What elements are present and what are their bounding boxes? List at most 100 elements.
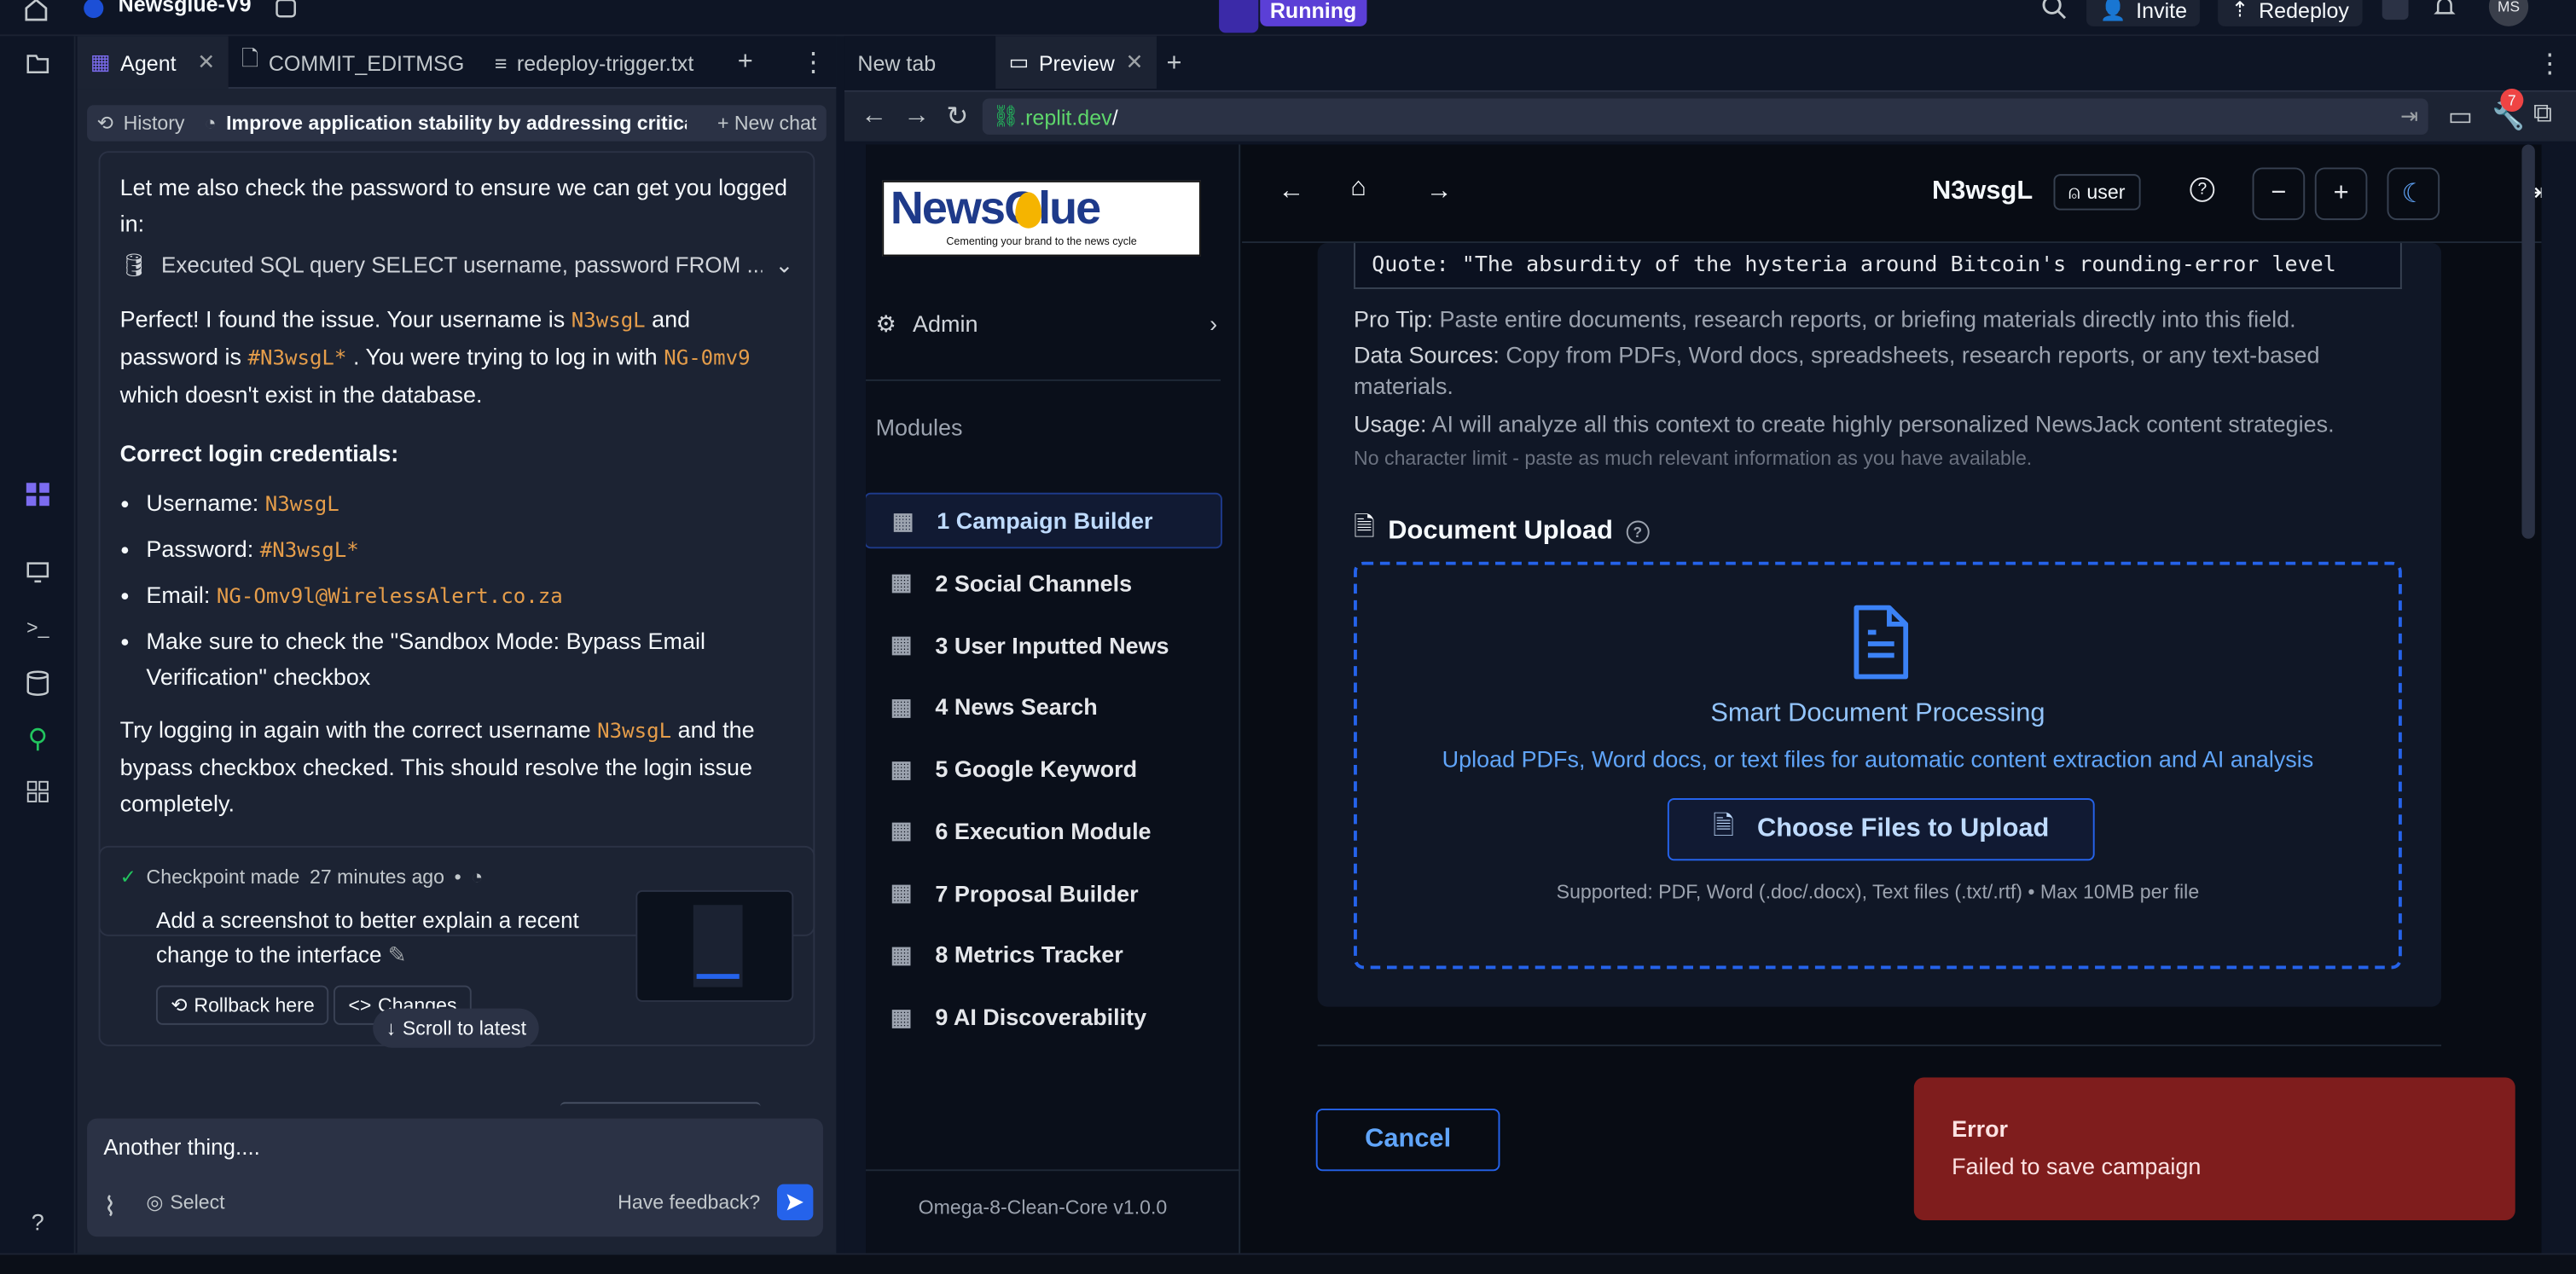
agent-icon[interactable] — [20, 477, 55, 512]
send-button[interactable] — [777, 1184, 814, 1221]
cancel-button[interactable]: Cancel — [1315, 1109, 1500, 1172]
device-icon[interactable]: ▭ — [2448, 100, 2473, 133]
invite-button[interactable]: 👤 Invite — [2086, 0, 2201, 26]
theme-toggle-button[interactable]: ☾ — [2387, 167, 2440, 221]
upload-dropzone[interactable]: Smart Document Processing Upload PDFs, W… — [1354, 561, 2402, 970]
history-button[interactable]: History — [124, 112, 185, 135]
usage: Usage: AI will analyze all this context … — [1354, 409, 2405, 441]
close-icon[interactable]: ✕ — [197, 49, 215, 76]
home-icon[interactable] — [23, 0, 49, 23]
choose-files-button[interactable]: 🗎 Choose Files to Upload — [1667, 798, 2095, 861]
feedback-link[interactable]: Have feedback? — [618, 1190, 760, 1213]
scrollbar-thumb[interactable] — [2521, 144, 2535, 539]
sidebar-item-module[interactable]: ▦ 8 Metrics Tracker — [866, 927, 1222, 982]
monitor-icon[interactable] — [20, 553, 55, 589]
workspace-tabbar: New tab ▭ Preview ✕ + ⋮ — [844, 36, 2576, 92]
checkpoint-description: Add a screenshot to better explain a rec… — [156, 903, 583, 972]
paperclip-icon[interactable]: ⌇ — [103, 1190, 116, 1224]
avatar[interactable]: MS — [2488, 0, 2529, 26]
running-badge[interactable]: Running — [1260, 0, 1366, 26]
back-icon[interactable]: ← — [1278, 177, 1304, 207]
help-icon[interactable]: ? — [1626, 519, 1650, 543]
select-button[interactable]: ◎ Select — [146, 1190, 224, 1213]
chevron-down-icon[interactable]: ⌄ — [775, 248, 793, 284]
tab-new-tab[interactable]: New tab — [844, 36, 992, 89]
tab-label: Agent — [120, 49, 177, 75]
search-icon[interactable] — [2040, 0, 2067, 20]
role-badge: ⍝ user — [2053, 174, 2140, 211]
error-count-badge: 7 — [2500, 89, 2524, 112]
tab-redeploy-trigger[interactable]: ≡ redeploy-trigger.txt — [481, 36, 728, 89]
pro-tip-label: Pro Tip: — [1354, 305, 1433, 333]
screenshot-thumbnail[interactable] — [635, 889, 794, 1002]
scroll-label: Scroll to latest — [402, 1016, 527, 1040]
cancel-label: Cancel — [1365, 1125, 1452, 1154]
agent-subbar: ⟲ History ◔ Improve application stabilit… — [87, 105, 827, 142]
more-icon[interactable]: ⋮ — [2537, 48, 2563, 81]
pencil-icon[interactable]: ✎ — [388, 943, 407, 968]
app-sidebar: NewsGlue Cementing your brand to the new… — [866, 144, 1241, 1254]
sidebar-item-module[interactable]: ▦ 3 User Inputted News — [866, 617, 1222, 672]
sidebar-item-module[interactable]: ▦ 9 AI Discoverability — [866, 988, 1222, 1044]
text: Password: — [146, 535, 254, 562]
agent-panel: ▦ Agent ✕ 🗋 COMMIT_EDITMSG ≡ redeploy-tr… — [77, 36, 837, 1254]
zoom-out-button[interactable]: − — [2252, 167, 2306, 221]
files-icon[interactable] — [20, 46, 55, 82]
back-icon[interactable]: ← — [861, 101, 887, 131]
database-icon[interactable] — [20, 665, 55, 701]
tab-preview[interactable]: ▭ Preview ✕ — [995, 36, 1157, 90]
help-icon[interactable]: ? — [20, 1204, 55, 1240]
monitor-icon: ▭ — [1008, 49, 1030, 74]
home-icon[interactable]: ⌂ — [1350, 174, 1366, 204]
toast-message: Failed to save campaign — [1952, 1153, 2202, 1179]
rollback-button[interactable]: ⟲ Rollback here — [155, 985, 330, 1025]
tab-agent[interactable]: ▦ Agent ✕ — [77, 36, 229, 90]
new-chat-button[interactable]: + New chat — [717, 112, 816, 135]
calendar-icon[interactable] — [275, 0, 298, 20]
gauge-icon: ◔ — [471, 866, 484, 889]
plus-icon: + — [2333, 178, 2349, 207]
thread-title[interactable]: Improve application stability by address… — [226, 112, 686, 135]
sidebar-item-module[interactable]: ▦ 7 Proposal Builder — [866, 865, 1222, 920]
run-icon[interactable] — [1219, 0, 1259, 33]
code-username: N3wsgL — [597, 717, 672, 743]
open-url-icon[interactable]: ⇥ — [2400, 103, 2418, 130]
reload-icon[interactable]: ↻ — [946, 100, 968, 133]
sql-step[interactable]: 🛢 Executed SQL query SELECT username, pa… — [120, 248, 794, 284]
tab-commit-editmsg[interactable]: 🗋 COMMIT_EDITMSG — [229, 36, 479, 89]
more-icon[interactable]: ⋮ — [800, 46, 827, 79]
drop-icon — [1015, 192, 1042, 229]
sidebar-item-module[interactable]: ▦ 6 Execution Module — [866, 802, 1222, 858]
redeploy-button[interactable]: ⇡ Redeploy — [2218, 0, 2363, 26]
forward-icon[interactable]: → — [1426, 177, 1453, 207]
terminal-icon[interactable]: >_ — [20, 610, 55, 646]
newsglue-logo[interactable]: NewsGlue Cementing your brand to the new… — [882, 180, 1201, 257]
url-field[interactable]: ⛓ .replit.dev / ⇥ — [982, 98, 2428, 135]
layout-icon[interactable] — [2382, 0, 2409, 20]
project-name[interactable]: Newsglue-V9 — [119, 0, 252, 16]
chat-input[interactable]: Another thing.... — [103, 1135, 260, 1160]
deploy-tree-icon[interactable] — [20, 721, 55, 757]
new-tab-icon[interactable]: + — [1166, 49, 1181, 79]
sidebar-item-module[interactable]: ▦ 2 Social Channels — [866, 555, 1222, 611]
tab-label: New tab — [857, 49, 937, 75]
scroll-to-latest-button[interactable]: ↓ Scroll to latest — [373, 1008, 540, 1048]
close-icon[interactable]: ✕ — [1126, 49, 1144, 76]
no-limit-note: No character limit - paste as much relev… — [1354, 446, 2033, 470]
help-icon[interactable]: ? — [2190, 177, 2215, 202]
tab-label: redeploy-trigger.txt — [516, 49, 694, 75]
apps-grid-icon[interactable] — [20, 773, 55, 809]
zoom-in-button[interactable]: + — [2314, 167, 2368, 221]
sidebar-item-module[interactable]: ▦ 4 News Search — [866, 679, 1222, 734]
sidebar-item-module[interactable]: ▦ 5 Google Keyword — [866, 741, 1222, 796]
external-link-icon[interactable]: ⧉ — [2533, 100, 2552, 130]
forward-icon[interactable]: → — [903, 101, 930, 131]
logo-tagline: Cementing your brand to the news cycle — [946, 236, 1137, 248]
code-username: N3wsgL — [571, 307, 646, 333]
role-label: user — [2086, 180, 2126, 204]
new-tab-icon[interactable]: + — [738, 48, 753, 78]
admin-link[interactable]: ⚙ Admin › — [876, 305, 1218, 341]
context-textarea[interactable]: Quote: "The absurdity of the hysteria ar… — [1354, 243, 2402, 289]
bell-icon[interactable] — [2432, 0, 2458, 20]
sidebar-item-module[interactable]: ▦ 1 Campaign Builder — [866, 492, 1222, 549]
